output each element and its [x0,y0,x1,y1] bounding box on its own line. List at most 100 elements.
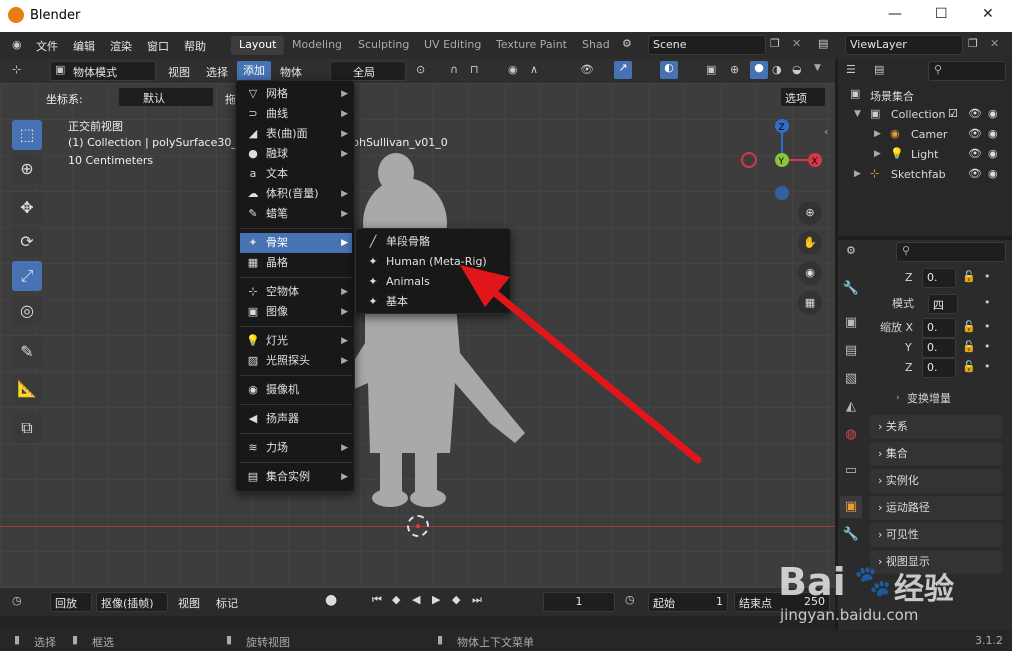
blender-menu-icon[interactable]: ◉ [12,38,22,51]
play-icon[interactable]: ▶ [432,593,440,606]
jump-start-icon[interactable]: ⏮ [372,593,382,607]
coord-system-selector[interactable]: 默认 [118,87,214,107]
camera-view-icon[interactable]: ◉ [798,261,822,285]
add-lattice[interactable]: ▦ 晶格 [240,253,352,273]
overlay-icon[interactable]: ◐ [660,61,678,79]
tab-uv-editing[interactable]: UV Editing [416,36,489,55]
camera-restrict-icon[interactable]: ◉ [988,167,998,180]
keyframe-dot-icon[interactable]: • [984,270,991,283]
keyframe-dot-icon[interactable]: • [984,340,991,353]
camera-restrict-icon[interactable]: ◉ [988,107,998,120]
panel-relations[interactable]: › 关系 [870,415,1002,439]
expand-icon[interactable]: ▶ [874,149,881,159]
falloff-icon[interactable]: ∧ [530,63,538,76]
lock-icon[interactable]: 🔓 [962,360,976,373]
menu-view[interactable]: 视图 [168,64,190,80]
timeline-marker-menu[interactable]: 标记 [216,595,238,611]
timeline-scrubber[interactable] [0,616,835,630]
view-layer-icon[interactable]: ▤ [818,37,828,50]
add-collection-instance[interactable]: ▤ 集合实例 ▶ [240,467,352,487]
navigation-gizmo[interactable]: Z X Y [740,118,825,203]
view-layer-selector[interactable]: ViewLayer [845,35,963,55]
remove-scene-icon[interactable]: ✕ [792,37,801,50]
keyframe-dot-icon[interactable]: • [984,360,991,373]
shading-wireframe-icon[interactable]: ⊕ [730,63,739,76]
add-curve[interactable]: ⊃ 曲线 ▶ [240,104,352,124]
expand-icon[interactable]: ▶ [854,169,861,179]
tab-modeling[interactable]: Modeling [284,36,350,55]
outliner-item-camera[interactable]: Camer [911,128,947,141]
playback-menu[interactable]: 回放 [50,592,92,612]
camera-restrict-icon[interactable]: ◉ [988,147,998,160]
measure-tool-icon[interactable]: 📐 [12,374,42,404]
expand-icon[interactable]: ▶ [874,129,881,139]
play-reverse-icon[interactable]: ◀ [412,593,420,606]
tab-sculpting[interactable]: Sculpting [350,36,417,55]
cursor-tool-icon[interactable]: ⊕ [12,154,42,184]
ortho-toggle-icon[interactable]: ▦ [798,291,822,315]
outliner-item-sketchfab[interactable]: Sketchfab [891,168,946,181]
copy-scene-icon[interactable]: ❐ [770,37,780,50]
menu-edit[interactable]: 编辑 [73,38,95,54]
camera-restrict-icon[interactable]: ◉ [988,127,998,140]
view-layer-tab-icon[interactable]: ▧ [840,368,862,390]
prev-keyframe-icon[interactable]: ◆ [392,593,400,606]
remove-view-layer-icon[interactable]: ✕ [990,37,999,50]
scale-z-field[interactable]: 0. [922,358,956,378]
add-grease-pencil[interactable]: ✎ 蜡笔 ▶ [240,204,352,224]
outliner-filter-icon[interactable]: ▤ [874,63,884,76]
gizmo-icon[interactable]: ↗ [614,61,632,79]
menu-add[interactable]: 添加 [237,61,271,81]
add-armature[interactable]: ✦ 骨架 ▶ [240,233,352,253]
jump-end-icon[interactable]: ⏭ [472,593,482,607]
menu-help[interactable]: 帮助 [184,38,206,54]
zoom-icon[interactable]: ⊕ [798,201,822,225]
panel-collections[interactable]: › 集合 [870,442,1002,466]
outliner-item-collection[interactable]: Collection [891,108,945,121]
tab-layout[interactable]: Layout [231,36,285,55]
visibility-icon[interactable]: 👁 [580,63,594,76]
pan-icon[interactable]: ✋ [798,231,822,255]
add-camera[interactable]: ◉ 摄像机 [240,380,352,400]
render-tab-icon[interactable]: ▣ [840,312,862,334]
select-tool-icon[interactable]: ⬚ [12,120,42,150]
scale-x-field[interactable]: 0. [922,318,956,338]
maximize-icon[interactable]: ☐ [935,6,948,22]
menu-render[interactable]: 渲染 [110,38,132,54]
timeline-editor-icon[interactable]: ◷ [12,594,22,607]
properties-search-input[interactable] [896,242,1006,262]
object-tab-icon[interactable]: ▣ [840,496,862,518]
pivot-icon[interactable]: ⊙ [416,63,425,76]
mode-selector[interactable]: 物体模式 [50,61,156,81]
add-image[interactable]: ▣ 图像 ▶ [240,302,352,322]
options-button[interactable]: 选项 [780,87,826,107]
world-tab-icon[interactable]: ◍ [840,424,862,446]
checkbox-icon[interactable]: ☑ [948,107,958,120]
menu-window[interactable]: 窗口 [147,38,169,54]
rotate-tool-icon[interactable]: ⟳ [12,227,42,257]
proportional-edit-icon[interactable]: ◉ [508,63,518,76]
scale-y-field[interactable]: 0. [922,338,956,358]
add-volume[interactable]: ☁ 体积(音量) ▶ [240,184,352,204]
minimize-icon[interactable]: — [888,6,902,22]
collection-tab-icon[interactable]: ▭ [840,460,862,482]
editor-type-icon[interactable]: ⊹ [12,63,21,76]
add-light-probe[interactable]: ▨ 光照探头 ▶ [240,351,352,371]
record-icon[interactable]: ● [325,592,337,608]
add-force-field[interactable]: ≋ 力场 ▶ [240,438,352,458]
menu-file[interactable]: 文件 [36,38,58,54]
scene-selector[interactable]: Scene [648,35,766,55]
add-empty[interactable]: ⊹ 空物体 ▶ [240,282,352,302]
scene-tab-icon[interactable]: ◭ [840,396,862,418]
tool-tab-icon[interactable]: 🔧 [840,278,862,300]
shading-options-icon[interactable]: ▼ [814,63,821,73]
move-tool-icon[interactable]: ✥ [12,193,42,223]
rotation-mode-selector[interactable]: 四 [928,294,958,314]
shading-material-icon[interactable]: ◑ [772,63,782,76]
sidebar-toggle-icon[interactable]: ‹ [824,125,828,138]
keying-menu[interactable]: 抠像(插帧) [96,592,168,612]
timeline-view-menu[interactable]: 视图 [178,595,200,611]
expand-icon[interactable]: ▼ [854,109,861,119]
clock-icon[interactable]: ◷ [625,593,635,606]
tab-shading[interactable]: Shad [574,36,618,55]
